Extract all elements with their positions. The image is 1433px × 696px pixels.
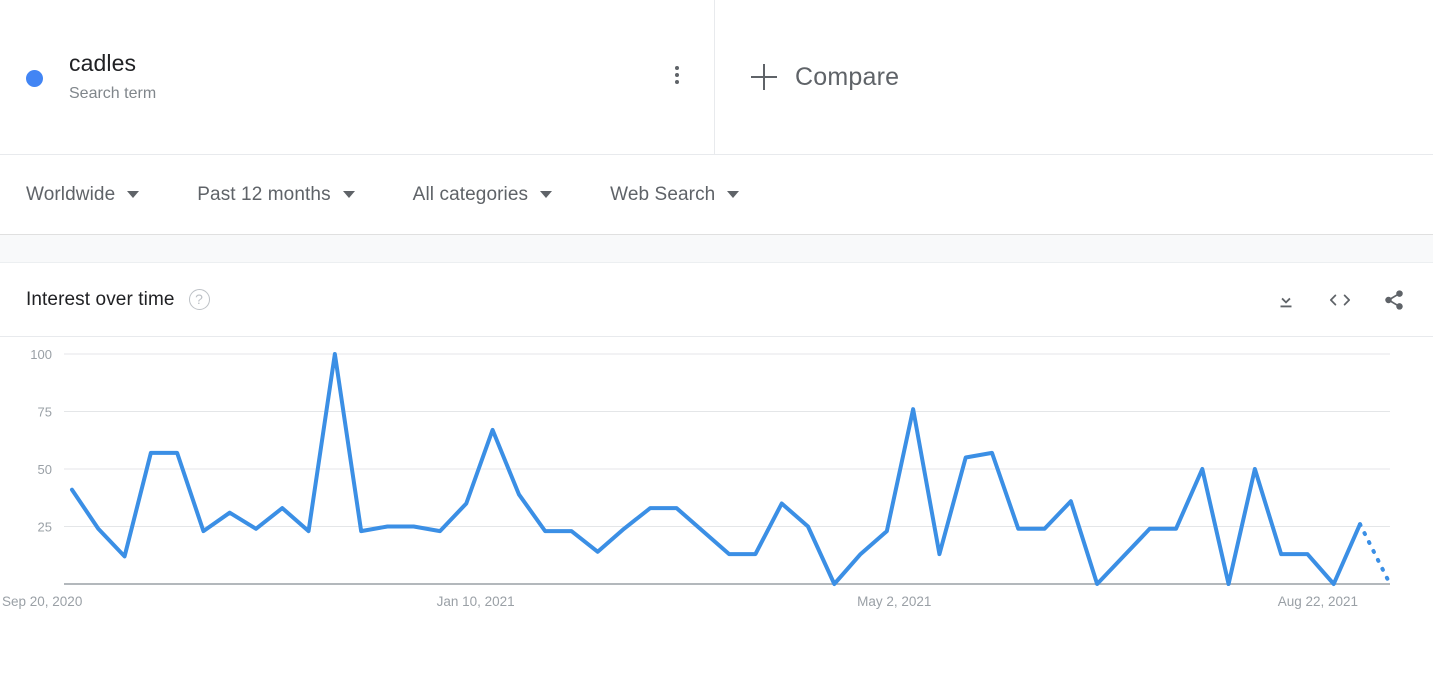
chevron-down-icon xyxy=(540,191,553,198)
y-axis-tick-label: 75 xyxy=(38,405,52,420)
search-term-cell: cadles Search term xyxy=(0,0,715,154)
filter-timerange-label: Past 12 months xyxy=(197,183,331,205)
x-axis-tick-label: May 2, 2021 xyxy=(857,594,931,609)
chevron-down-icon xyxy=(342,191,355,198)
search-term-bar: cadles Search term Compare xyxy=(0,0,1433,155)
chevron-down-icon xyxy=(127,191,140,198)
kebab-dot xyxy=(675,80,679,84)
page-title: Interest over time xyxy=(26,288,175,310)
filter-searchtype[interactable]: Web Search xyxy=(610,183,740,206)
search-term-title: cadles xyxy=(69,50,137,76)
search-term-subtitle: Search term xyxy=(69,85,157,102)
filter-location[interactable]: Worldwide xyxy=(26,183,140,206)
partial-data-line xyxy=(1358,522,1392,586)
y-axis-tick-label: 100 xyxy=(30,347,52,362)
search-term-texts: cadles Search term xyxy=(69,48,156,106)
download-icon[interactable] xyxy=(1273,287,1299,313)
filter-location-label: Worldwide xyxy=(26,183,116,205)
y-axis-tick-label: 25 xyxy=(38,520,52,535)
more-vert-icon[interactable] xyxy=(666,64,688,86)
y-axis-tick-label: 50 xyxy=(38,462,52,477)
add-comparison-button[interactable]: Compare xyxy=(715,0,1433,154)
plus-icon xyxy=(751,64,777,90)
filter-category[interactable]: All categories xyxy=(412,183,553,206)
card-header: Interest over time ? xyxy=(0,263,1433,337)
x-axis-tick-label: Aug 22, 2021 xyxy=(1278,594,1358,609)
help-circle-icon[interactable]: ? xyxy=(188,289,210,310)
filter-category-label: All categories xyxy=(412,183,529,205)
interest-over-time-chart[interactable]: 25 50 75 100 Sep 20, 2020 Jan 10, 2021 May 2, … xyxy=(0,337,1433,637)
share-icon[interactable] xyxy=(1381,287,1407,313)
filter-timerange[interactable]: Past 12 months xyxy=(197,183,355,206)
card-actions xyxy=(1273,287,1407,313)
kebab-dot xyxy=(675,66,679,70)
section-divider-band xyxy=(0,235,1433,263)
chart-area: 25 50 75 100 Sep 20, 2020 Jan 10, 2021 May 2, … xyxy=(0,337,1433,696)
interest-over-time-card: Interest over time ? 25 50 75 100 Sep 20… xyxy=(0,263,1433,696)
series-color-dot xyxy=(26,69,43,87)
x-axis-tick-label: Jan 10, 2021 xyxy=(437,594,515,609)
compare-label: Compare xyxy=(795,62,900,91)
kebab-dot xyxy=(675,73,679,77)
embed-icon[interactable] xyxy=(1327,287,1353,313)
filter-searchtype-label: Web Search xyxy=(610,183,716,205)
x-axis-tick-label: Sep 20, 2020 xyxy=(2,594,82,609)
chevron-down-icon xyxy=(727,191,740,198)
filters-bar: Worldwide Past 12 months All categories … xyxy=(0,155,1433,235)
